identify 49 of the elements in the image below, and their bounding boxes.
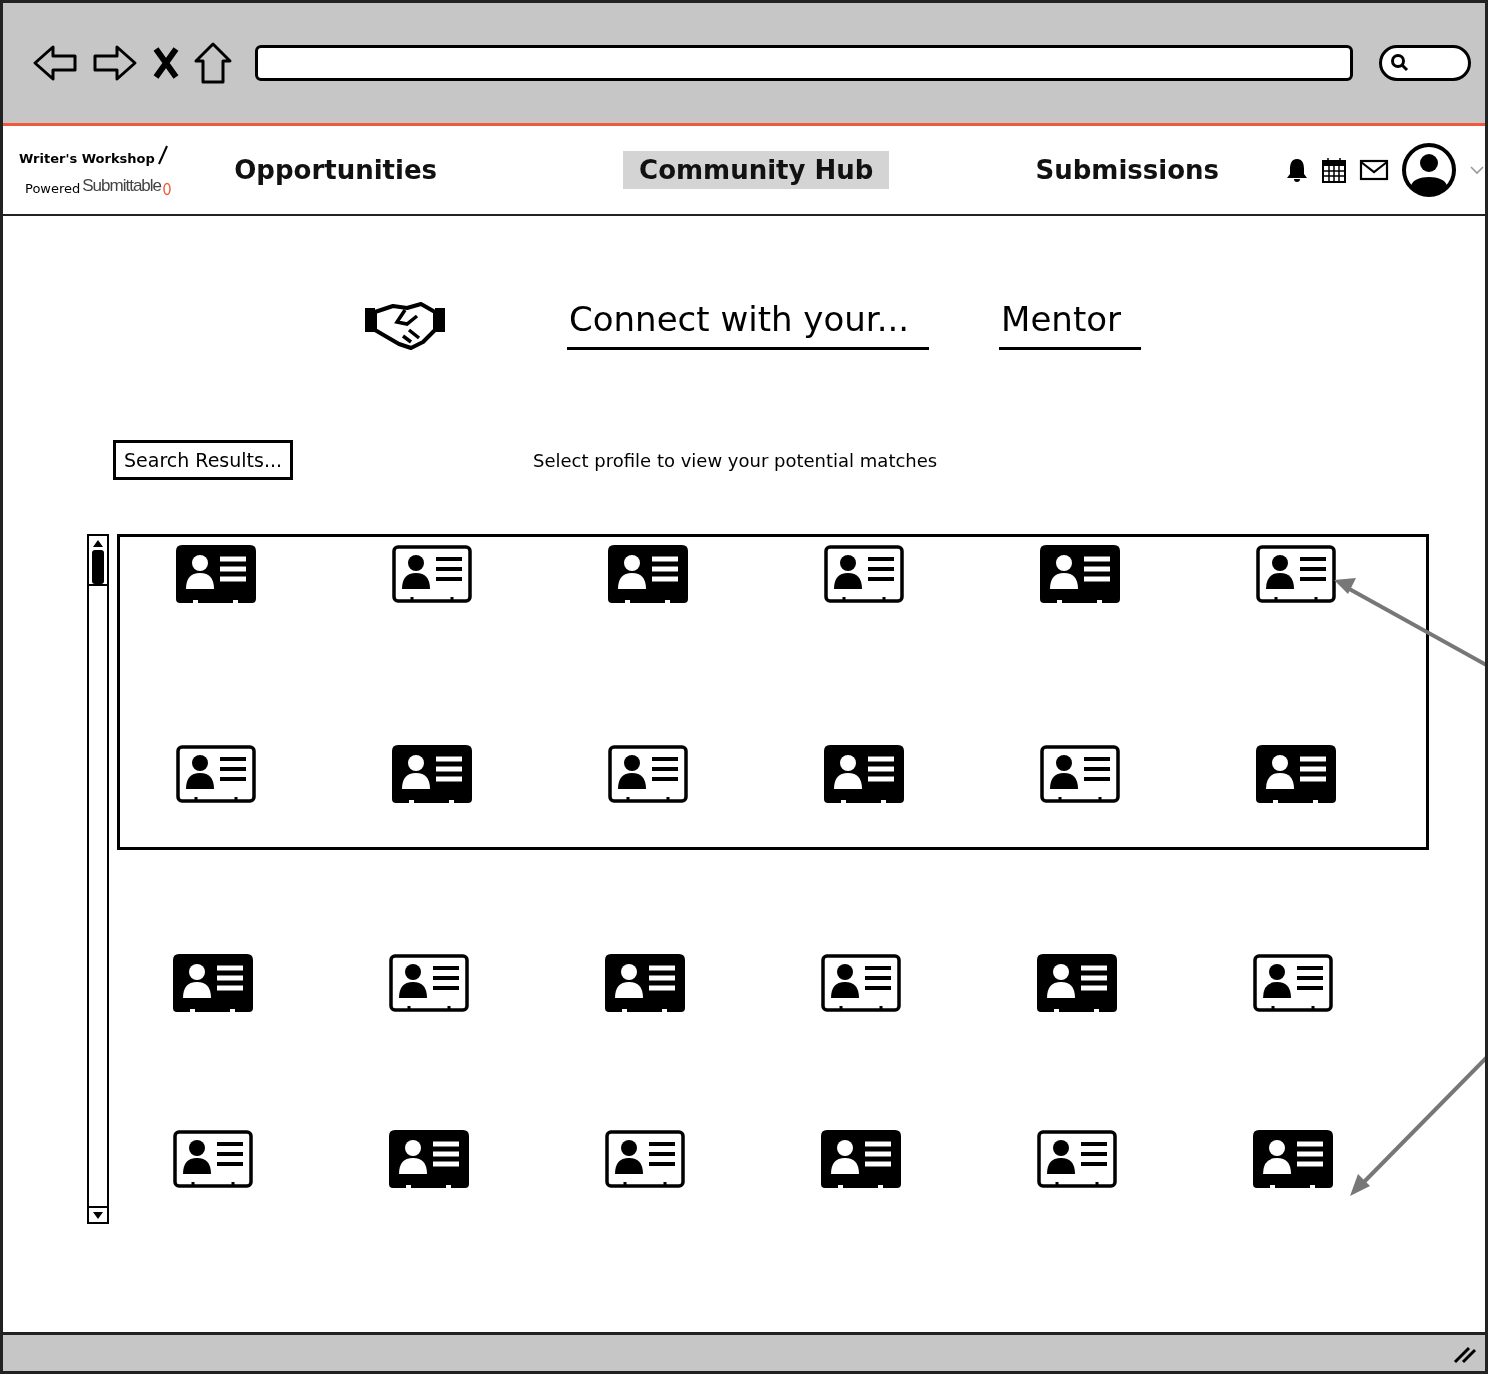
- profile-card-icon[interactable]: [605, 954, 685, 1014]
- powered-label: Powered: [25, 181, 81, 196]
- bell-icon[interactable]: [1285, 157, 1309, 183]
- nav-tab[interactable]: Community Hub: [623, 151, 890, 189]
- search-icon: [1390, 53, 1410, 73]
- brand-name: Writer's Workshop: [19, 151, 155, 166]
- profile-card-icon[interactable]: [1040, 745, 1120, 805]
- profile-card-icon[interactable]: [389, 954, 469, 1014]
- mail-icon[interactable]: [1359, 158, 1389, 182]
- profile-card-icon[interactable]: [1256, 545, 1336, 605]
- profile-card-icon[interactable]: [824, 545, 904, 605]
- profile-card-icon[interactable]: [392, 545, 472, 605]
- profile-card-icon[interactable]: [605, 1130, 685, 1190]
- profile-card-icon[interactable]: [1040, 545, 1120, 605]
- search-field[interactable]: [1379, 45, 1471, 81]
- back-icon[interactable]: [31, 43, 79, 83]
- scroll-thumb[interactable]: [92, 550, 104, 584]
- profile-card-icon[interactable]: [176, 745, 256, 805]
- pen-icon: [156, 144, 169, 166]
- profile-card-icon[interactable]: [392, 745, 472, 805]
- address-field[interactable]: [255, 45, 1353, 81]
- profile-card-icon[interactable]: [389, 1130, 469, 1190]
- hint-text: Select profile to view your potential matches: [533, 449, 938, 471]
- profile-card-icon[interactable]: [1037, 1130, 1117, 1190]
- partner-logo: Submittable: [82, 176, 162, 196]
- scrollbar[interactable]: [87, 534, 109, 1224]
- profile-card-icon[interactable]: [1256, 745, 1336, 805]
- nav-tab[interactable]: Opportunities: [218, 151, 454, 189]
- logo-mark-icon: [163, 182, 172, 196]
- profile-card-icon[interactable]: [821, 954, 901, 1014]
- avatar-icon[interactable]: [1401, 142, 1457, 198]
- chevron-down-icon[interactable]: [1469, 165, 1485, 175]
- calendar-icon[interactable]: [1321, 156, 1347, 184]
- profile-card-icon[interactable]: [1253, 1130, 1333, 1190]
- profile-card-icon[interactable]: [173, 1130, 253, 1190]
- forward-icon[interactable]: [91, 43, 139, 83]
- home-icon[interactable]: [193, 41, 233, 85]
- profile-card-icon[interactable]: [1253, 954, 1333, 1014]
- connect-prompt: Connect with your...: [567, 298, 930, 350]
- profile-card-icon[interactable]: [173, 954, 253, 1014]
- profile-card-icon[interactable]: [608, 745, 688, 805]
- mentor-link[interactable]: Mentor: [999, 298, 1141, 350]
- profile-card-icon[interactable]: [176, 545, 256, 605]
- profile-card-icon[interactable]: [608, 545, 688, 605]
- nav-tab[interactable]: Submissions: [1019, 151, 1235, 189]
- search-results-button[interactable]: Search Results...: [113, 440, 294, 480]
- profile-card-icon[interactable]: [821, 1130, 901, 1190]
- profile-card-icon[interactable]: [824, 745, 904, 805]
- profile-card-icon[interactable]: [1037, 954, 1117, 1014]
